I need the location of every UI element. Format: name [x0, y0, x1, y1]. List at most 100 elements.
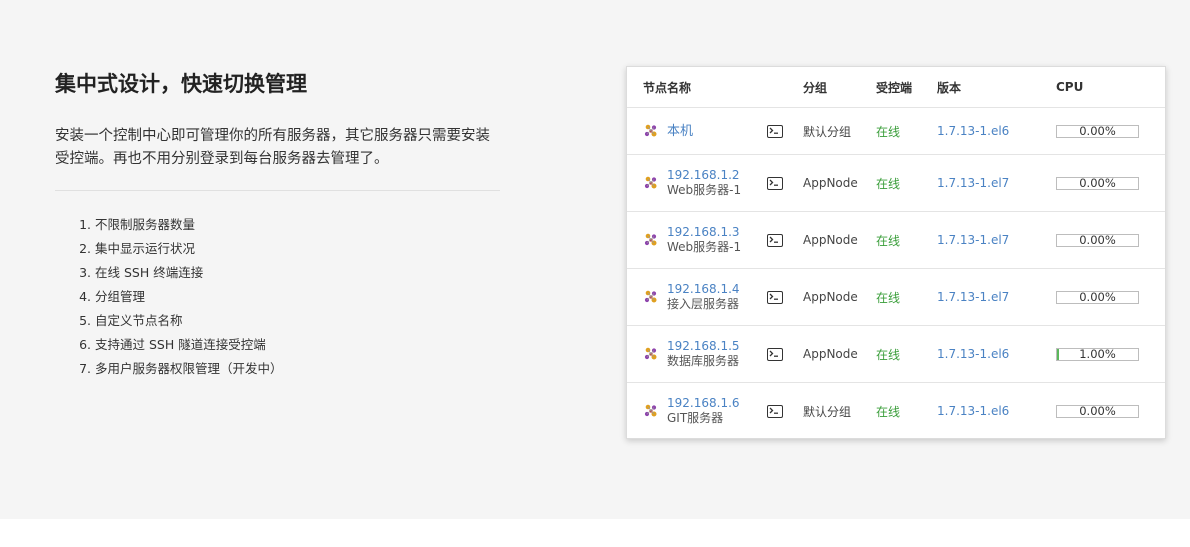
table-header-row: 节点名称 分组 受控端 版本 CPU	[627, 67, 1165, 108]
feature-item: 自定义节点名称	[95, 309, 500, 333]
node-name-cell: 192.168.1.2 Web服务器-1	[627, 154, 767, 212]
cluster-node-icon	[644, 347, 657, 360]
cluster-node-icon	[644, 176, 657, 189]
cpu-usage-bar: 0.00%	[1056, 175, 1139, 190]
cpu-usage-text: 0.00%	[1079, 232, 1116, 247]
feature-item: 多用户服务器权限管理（开发中）	[95, 357, 500, 381]
node-label: 数据库服务器	[667, 354, 740, 368]
cpu-usage-bar: 0.00%	[1056, 289, 1139, 304]
cpu-usage-text: 0.00%	[1079, 175, 1116, 190]
node-name-link[interactable]: 本机	[667, 124, 693, 139]
cpu-usage-bar: 1.00%	[1056, 346, 1139, 361]
feature-item: 不限制服务器数量	[95, 213, 500, 237]
node-group: 默认分组	[803, 404, 852, 419]
terminal-icon[interactable]	[767, 405, 783, 418]
section-description: 安装一个控制中心即可管理你的所有服务器，其它服务器只需要安装受控端。再也不用分别…	[55, 128, 490, 167]
cpu-usage-text: 0.00%	[1079, 403, 1116, 418]
node-name-cell: 本机	[627, 107, 767, 155]
section-title: 集中式设计，快速切换管理	[55, 72, 307, 96]
node-name-link[interactable]: 192.168.1.5	[667, 339, 740, 354]
terminal-cell	[767, 154, 803, 212]
cpu-cell: 0.00%	[1056, 268, 1165, 326]
table-row[interactable]: 192.168.1.5 数据库服务器 AppNode 在线 1.7.13-1.e…	[627, 325, 1165, 383]
column-header-controlled: 受控端	[876, 67, 937, 108]
node-version[interactable]: 1.7.13-1.el7	[937, 268, 1056, 326]
table-row[interactable]: 192.168.1.6 GIT服务器 默认分组 在线 1.7.13-1.el6 …	[627, 383, 1165, 440]
cluster-node-icon	[644, 124, 657, 137]
node-table-body: 本机 默认分组 在线 1.7.13-1.el6 0.00% 192.168.1.…	[627, 107, 1165, 440]
column-header-version: 版本	[937, 67, 1056, 108]
node-label: 接入层服务器	[667, 297, 740, 311]
cpu-cell: 0.00%	[1056, 383, 1165, 440]
node-label: Web服务器-1	[667, 183, 742, 197]
cpu-cell: 0.00%	[1056, 107, 1165, 155]
node-name-link[interactable]: 192.168.1.2	[667, 168, 741, 183]
node-label: Web服务器-1	[667, 240, 742, 254]
terminal-icon[interactable]	[767, 234, 783, 247]
node-group: AppNode	[803, 211, 876, 269]
terminal-icon[interactable]	[767, 177, 783, 190]
cpu-usage-text: 1.00%	[1079, 346, 1116, 361]
node-status: 在线	[876, 404, 901, 419]
node-version[interactable]: 1.7.13-1.el6	[937, 383, 1056, 440]
column-header-group: 分组	[803, 67, 876, 108]
table-row[interactable]: 192.168.1.4 接入层服务器 AppNode 在线 1.7.13-1.e…	[627, 268, 1165, 326]
node-table: 节点名称 分组 受控端 版本 CPU 本机 默认分组 在线 1.7.13-1.e…	[627, 67, 1165, 439]
feature-item: 在线 SSH 终端连接	[95, 261, 500, 285]
cpu-cell: 0.00%	[1056, 154, 1165, 212]
terminal-cell	[767, 383, 803, 440]
terminal-icon[interactable]	[767, 125, 783, 138]
cluster-node-icon	[644, 404, 657, 417]
node-name-cell: 192.168.1.6 GIT服务器	[627, 383, 767, 440]
node-name-link[interactable]: 192.168.1.6	[667, 396, 740, 411]
node-group: AppNode	[803, 325, 876, 383]
node-name-link[interactable]: 192.168.1.3	[667, 225, 741, 240]
node-label: GIT服务器	[667, 411, 724, 425]
node-status: 在线	[876, 154, 937, 212]
terminal-cell	[767, 268, 803, 326]
terminal-cell	[767, 325, 803, 383]
node-table-card: 节点名称 分组 受控端 版本 CPU 本机 默认分组 在线 1.7.13-1.e…	[626, 66, 1166, 439]
cpu-cell: 0.00%	[1056, 211, 1165, 269]
column-header-cpu: CPU	[1056, 67, 1165, 108]
terminal-icon[interactable]	[767, 348, 783, 361]
feature-description: 集中式设计，快速切换管理 安装一个控制中心即可管理你的所有服务器，其它服务器只需…	[55, 70, 500, 381]
table-row[interactable]: 192.168.1.2 Web服务器-1 AppNode 在线 1.7.13-1…	[627, 154, 1165, 212]
table-row[interactable]: 本机 默认分组 在线 1.7.13-1.el6 0.00%	[627, 107, 1165, 155]
terminal-cell	[767, 107, 803, 155]
feature-list: 不限制服务器数量 集中显示运行状况 在线 SSH 终端连接 分组管理 自定义节点…	[55, 213, 500, 381]
node-version[interactable]: 1.7.13-1.el7	[937, 154, 1056, 212]
node-version[interactable]: 1.7.13-1.el7	[937, 211, 1056, 269]
cluster-node-icon	[644, 290, 657, 303]
node-group: 默认分组	[803, 107, 876, 155]
node-name-cell: 192.168.1.3 Web服务器-1	[627, 211, 767, 269]
cpu-usage-bar: 0.00%	[1056, 123, 1139, 138]
cpu-usage-bar: 0.00%	[1056, 232, 1139, 247]
terminal-icon[interactable]	[767, 291, 783, 304]
cpu-usage-text: 0.00%	[1079, 289, 1116, 304]
column-header-name: 节点名称	[627, 67, 767, 108]
feature-panel: 集中式设计，快速切换管理 安装一个控制中心即可管理你的所有服务器，其它服务器只需…	[0, 0, 1190, 519]
node-status: 在线	[876, 107, 937, 155]
divider	[55, 190, 500, 191]
node-version[interactable]: 1.7.13-1.el6	[937, 325, 1056, 383]
node-status: 在线	[876, 268, 937, 326]
feature-item: 支持通过 SSH 隧道连接受控端	[95, 333, 500, 357]
cpu-usage-text: 0.00%	[1079, 123, 1116, 138]
feature-item: 集中显示运行状况	[95, 237, 500, 261]
feature-item: 分组管理	[95, 285, 500, 309]
node-group: AppNode	[803, 268, 876, 326]
terminal-cell	[767, 211, 803, 269]
cpu-cell: 1.00%	[1056, 325, 1165, 383]
node-name-link[interactable]: 192.168.1.4	[667, 282, 740, 297]
cpu-usage-bar: 0.00%	[1056, 403, 1139, 418]
node-version[interactable]: 1.7.13-1.el6	[937, 107, 1056, 155]
node-name-cell: 192.168.1.5 数据库服务器	[627, 325, 767, 383]
node-status: 在线	[876, 325, 937, 383]
node-name-cell: 192.168.1.4 接入层服务器	[627, 268, 767, 326]
column-header-terminal	[767, 67, 803, 108]
cluster-node-icon	[644, 233, 657, 246]
node-group: AppNode	[803, 154, 876, 212]
node-status: 在线	[876, 211, 937, 269]
table-row[interactable]: 192.168.1.3 Web服务器-1 AppNode 在线 1.7.13-1…	[627, 211, 1165, 269]
